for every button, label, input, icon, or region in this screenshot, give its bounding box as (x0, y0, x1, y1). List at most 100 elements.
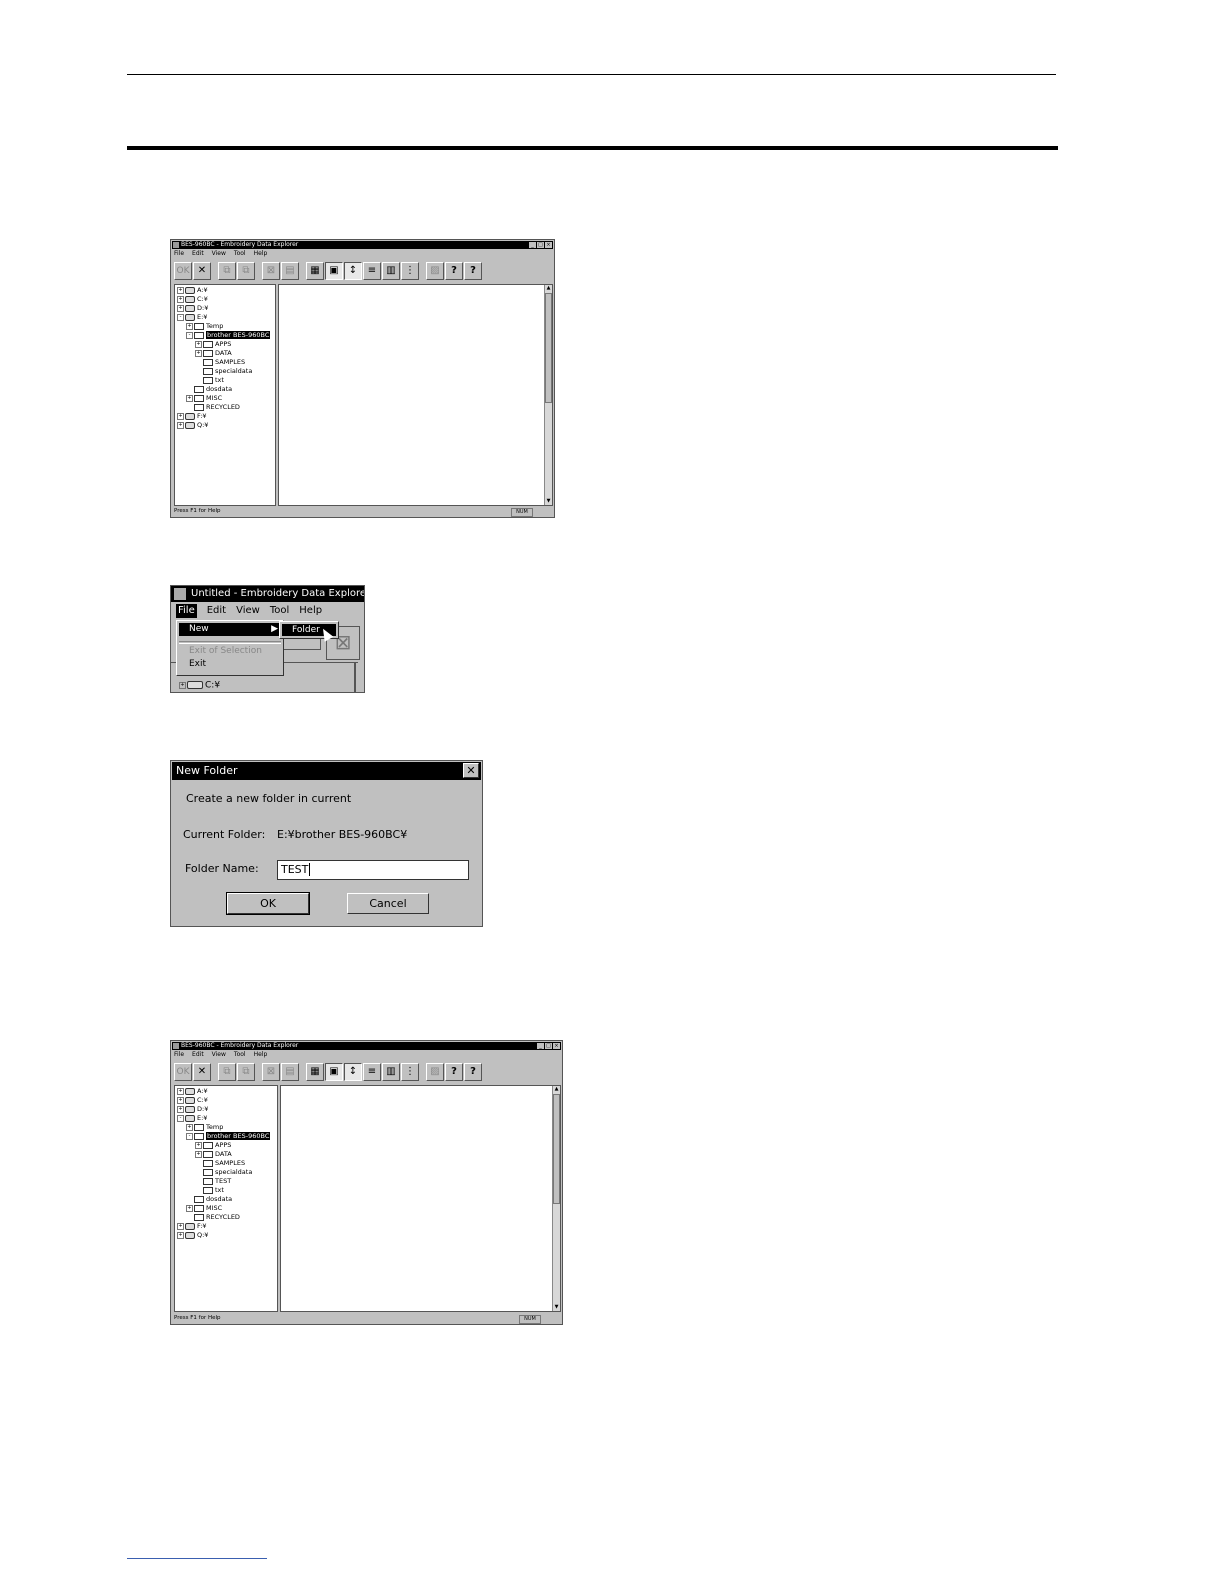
tree-item[interactable]: SAMPLES (195, 1159, 245, 1168)
collapse-icon[interactable]: - (177, 1114, 184, 1122)
tree-item[interactable]: + A:¥ (177, 286, 208, 295)
delete-button[interactable]: ✕ (193, 1063, 211, 1081)
delete-button[interactable]: ✕ (193, 262, 211, 280)
sort-type-button[interactable]: ≡ (363, 1063, 381, 1081)
sort-name-button[interactable]: ↕ (344, 1063, 362, 1081)
context-help-button[interactable]: ? (464, 1063, 482, 1081)
menu-tool[interactable]: Tool (234, 1051, 246, 1059)
sort-type-button[interactable]: ≡ (363, 262, 381, 280)
help-button[interactable]: ? (445, 262, 463, 280)
expand-icon[interactable]: + (186, 1123, 193, 1131)
expand-icon[interactable]: + (195, 1141, 202, 1149)
copy-button[interactable]: ⧉ (218, 262, 236, 280)
minimize-button[interactable]: _ (529, 242, 536, 248)
tree-item[interactable]: + C:¥ (177, 1096, 208, 1105)
scroll-down-icon[interactable]: ▼ (545, 498, 552, 505)
tree-item[interactable]: + D:¥ (177, 304, 208, 313)
file-list[interactable]: ▲ ▼ (278, 284, 553, 506)
expand-icon[interactable]: + (177, 304, 184, 312)
tree-item[interactable]: txt (195, 1186, 224, 1195)
tree-item[interactable]: + Temp (186, 1123, 223, 1132)
expand-icon[interactable]: + (177, 286, 184, 294)
scroll-up-icon[interactable]: ▲ (545, 285, 552, 292)
write-card-button[interactable]: ▨ (426, 1063, 444, 1081)
dialog-close-button[interactable]: ✕ (463, 763, 479, 778)
expand-icon[interactable]: + (195, 1150, 202, 1158)
paste-button[interactable]: ⧉ (237, 1063, 255, 1081)
ok-button[interactable]: OK (174, 1063, 192, 1081)
paste-button[interactable]: ⧉ (237, 262, 255, 280)
collapse-icon[interactable]: - (186, 331, 193, 339)
write-card-button[interactable]: ▨ (426, 262, 444, 280)
menu-view[interactable]: View (212, 1051, 226, 1059)
menu-file[interactable]: File (176, 604, 197, 618)
tree-item[interactable]: RECYCLED (186, 1213, 240, 1222)
expand-icon[interactable]: + (177, 1105, 184, 1113)
expand-icon[interactable]: + (177, 1222, 184, 1230)
close-button[interactable]: × (545, 242, 552, 248)
ok-button[interactable]: OK (174, 262, 192, 280)
expand-icon[interactable]: + (195, 340, 202, 348)
icon-view-button[interactable]: ▣ (325, 1063, 343, 1081)
tree-item[interactable]: txt (195, 376, 224, 385)
menu-item-exit[interactable]: Exit (179, 658, 281, 671)
menu-item-new[interactable]: New ▶ (179, 623, 281, 636)
folder-tree[interactable]: + A:¥ + C:¥ + D:¥ - E:¥ + Temp - brother BES-960BC +… (174, 1085, 278, 1312)
sort-size-button[interactable]: ▥ (382, 1063, 400, 1081)
help-button[interactable]: ? (445, 1063, 463, 1081)
tree-item[interactable]: + DATA (195, 349, 232, 358)
maximize-button[interactable]: □ (545, 1043, 552, 1049)
close-button[interactable]: × (553, 1043, 560, 1049)
menu-file[interactable]: File (174, 250, 184, 258)
tree-item[interactable]: - E:¥ (177, 1114, 207, 1123)
tree-item[interactable]: - brother BES-960BC (186, 1132, 271, 1141)
expand-icon[interactable]: + (177, 1231, 184, 1239)
menu-help[interactable]: Help (254, 1051, 268, 1059)
tree-item[interactable]: dosdata (186, 385, 232, 394)
expand-icon[interactable]: + (177, 295, 184, 303)
sort-size-button[interactable]: ▥ (382, 262, 400, 280)
ok-button[interactable]: OK (226, 892, 310, 915)
icon-view-button[interactable]: ▣ (325, 262, 343, 280)
expand-icon[interactable]: + (177, 1096, 184, 1104)
expand-icon[interactable]: + (177, 1087, 184, 1095)
details-view-button[interactable]: ▦ (306, 262, 324, 280)
tree-item[interactable]: + APPS (195, 1141, 231, 1150)
expand-icon[interactable]: + (177, 421, 184, 429)
scroll-thumb[interactable] (545, 293, 552, 403)
expand-icon[interactable]: + (186, 322, 193, 330)
tree-item[interactable]: + MISC (186, 1204, 222, 1213)
scroll-down-icon[interactable]: ▼ (553, 1304, 560, 1311)
menu-tool[interactable]: Tool (234, 250, 246, 258)
tree-item[interactable]: + Q:¥ (177, 1231, 208, 1240)
collapse-icon[interactable]: - (186, 1132, 193, 1140)
file-list[interactable]: ▲ ▼ (280, 1085, 561, 1312)
menu-help[interactable]: Help (299, 604, 322, 618)
cut-button[interactable]: ⊠ (262, 262, 280, 280)
minimize-button[interactable]: _ (537, 1043, 544, 1049)
sort-name-button[interactable]: ↕ (344, 262, 362, 280)
expand-icon[interactable]: + (186, 394, 193, 402)
cut-button[interactable]: ⊠ (262, 1063, 280, 1081)
vertical-scrollbar[interactable]: ▲ ▼ (544, 285, 552, 505)
expand-icon[interactable]: + (177, 412, 184, 420)
menu-edit[interactable]: Edit (192, 250, 204, 258)
properties-button[interactable]: ▤ (281, 1063, 299, 1081)
tree-item[interactable]: TEST (195, 1177, 231, 1186)
tree-item[interactable]: + DATA (195, 1150, 232, 1159)
expand-icon[interactable]: + (186, 1204, 193, 1212)
tree-item[interactable]: specialdata (195, 367, 252, 376)
tree-item[interactable]: + D:¥ (177, 1105, 208, 1114)
folder-name-input[interactable]: TEST (277, 860, 469, 880)
details-view-button[interactable]: ▦ (306, 1063, 324, 1081)
copy-button[interactable]: ⧉ (218, 1063, 236, 1081)
properties-button[interactable]: ▤ (281, 262, 299, 280)
tree-item[interactable]: + APPS (195, 340, 231, 349)
tree-item[interactable]: + MISC (186, 394, 222, 403)
menu-tool[interactable]: Tool (270, 604, 289, 618)
tree-item[interactable]: - brother BES-960BC (186, 331, 271, 340)
tree-item[interactable]: specialdata (195, 1168, 252, 1177)
sort-date-button[interactable]: ⋮ (401, 262, 419, 280)
menu-view[interactable]: View (212, 250, 226, 258)
tree-item[interactable]: - E:¥ (177, 313, 207, 322)
